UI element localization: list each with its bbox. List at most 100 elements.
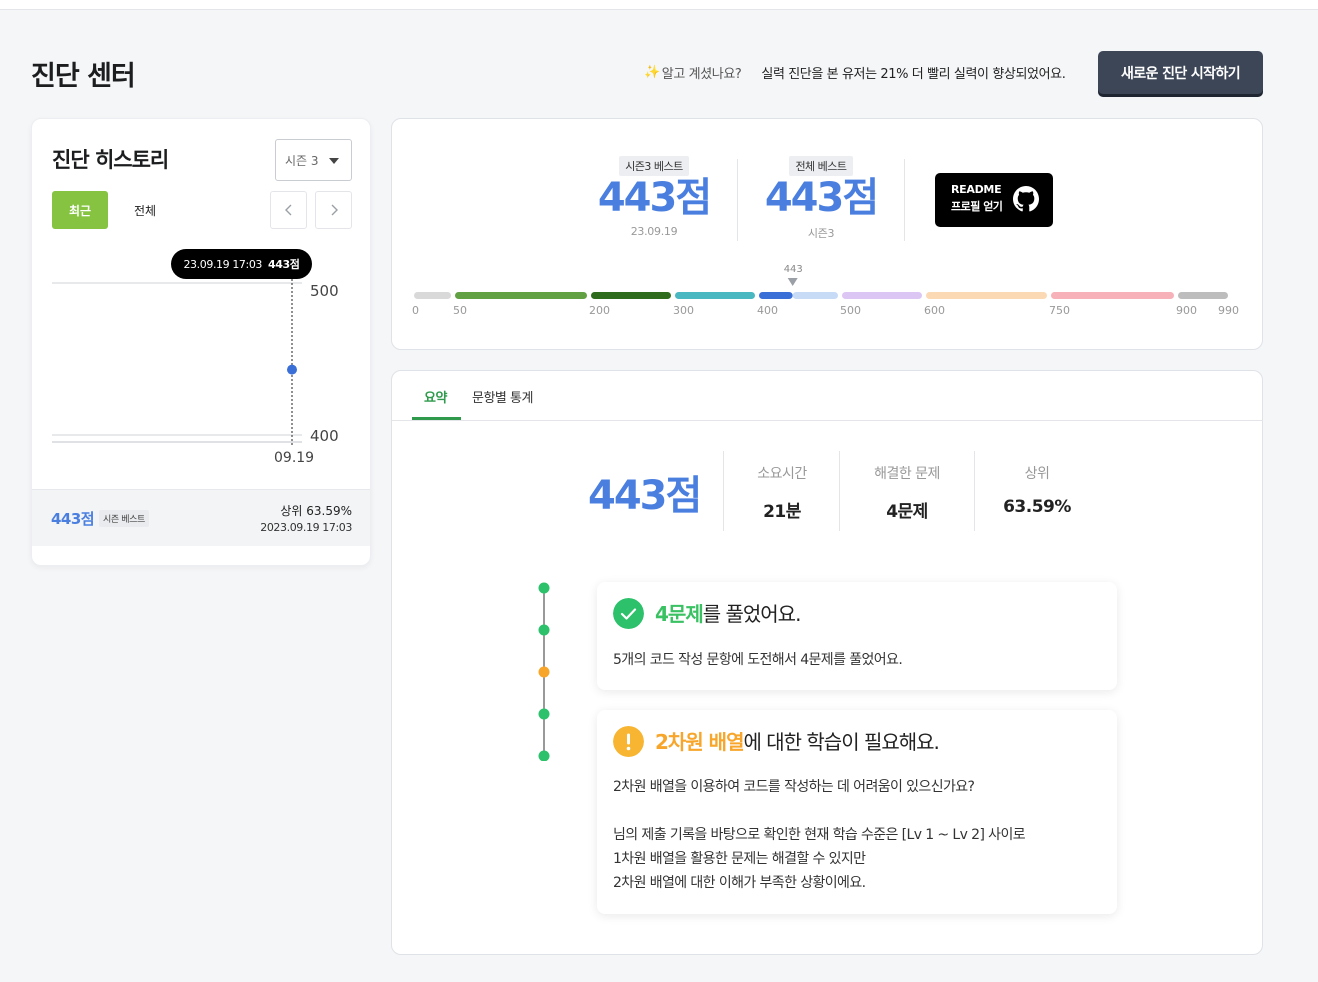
level-tick-label: 0 xyxy=(412,304,419,317)
season-select[interactable]: 시즌 3 xyxy=(275,139,352,181)
stat-time-label: 소요시간 xyxy=(757,466,807,482)
prev-page-button[interactable] xyxy=(270,191,307,229)
season-best-block: 시즌3 베스트 443점 23.09.19 xyxy=(589,155,719,238)
season-best-tag: 시즌3 베스트 xyxy=(619,156,689,176)
check-circle-icon xyxy=(613,598,644,629)
tip-text: 실력 진단을 본 유저는 21% 더 빨리 실력이 향상되었어요. xyxy=(761,67,1066,82)
level-tick-label: 400 xyxy=(757,304,778,317)
level-segment xyxy=(455,292,587,299)
divider xyxy=(839,451,840,531)
readme-profile-button[interactable]: README 프로필 얻기 xyxy=(935,173,1053,227)
timeline-dot xyxy=(538,582,550,594)
warning-icon xyxy=(613,726,644,757)
level-segment xyxy=(1051,292,1174,299)
level-tick-label: 300 xyxy=(673,304,694,317)
level-segment xyxy=(842,292,922,299)
stat-time: 소요시간 21분 xyxy=(742,463,822,522)
feedback-study-card: 2차원 배열에 대한 학습이 필요해요. 2차원 배열을 이용하여 코드를 작성… xyxy=(597,710,1117,914)
summary-score: 443점 xyxy=(588,473,702,519)
active-tab-indicator xyxy=(412,417,461,420)
feedback-study-line-3: 1차원 배열을 활용한 문제는 해결할 수 있지만 xyxy=(613,851,866,867)
feedback-study-line-4: 2차원 배열에 대한 이해가 부족한 상황이에요. xyxy=(613,875,866,891)
history-entry-date: 2023.09.19 17:03 xyxy=(260,521,352,534)
feedback-solved-card: 4문제를 풀었어요. 5개의 코드 작성 문항에 도전해서 4문제를 풀었어요. xyxy=(597,582,1117,690)
current-score-marker xyxy=(787,278,798,286)
history-entry-rank: 상위 63.59% xyxy=(280,504,352,518)
level-segment-remaining xyxy=(792,292,838,299)
x-tick-label: 09.19 xyxy=(274,450,314,466)
timeline-dot xyxy=(538,708,550,720)
feedback-solved-highlight: 4문제 xyxy=(655,602,704,626)
feedback-study-title: 2차원 배열에 대한 학습이 필요해요. xyxy=(655,726,940,755)
season-best-badge: 시즌 베스트 xyxy=(99,510,149,527)
y-tick-500: 500 xyxy=(310,282,339,300)
feedback-study-highlight: 2차원 배열 xyxy=(655,730,744,754)
overall-best-tag: 전체 베스트 xyxy=(789,156,853,176)
feedback-study-line-2: 님의 제출 기록을 바탕으로 확인한 현재 학습 수준은 [Lv 1 ~ Lv … xyxy=(613,827,1026,843)
history-chart: 500 400 09.19 xyxy=(52,271,339,466)
tooltip-score: 443점 xyxy=(268,258,300,271)
chevron-right-icon xyxy=(331,204,338,216)
result-timeline xyxy=(538,582,550,761)
stat-solved-value: 4문제 xyxy=(886,502,928,522)
score-level-bar: 0 50 200 300 400 500 600 750 900 990 443 xyxy=(412,264,1239,317)
timeline-dot xyxy=(538,750,550,761)
level-segment xyxy=(759,292,793,299)
chart-tooltip: 23.09.19 17:03 443점 xyxy=(171,249,312,279)
divider xyxy=(974,451,975,531)
feedback-solved-title-rest: 를 풀었어요. xyxy=(702,602,802,626)
caret-down-icon xyxy=(329,158,339,164)
divider xyxy=(737,159,738,241)
season-best-score: 443점 xyxy=(597,175,712,221)
overall-best-score: 443점 xyxy=(764,175,879,221)
readme-label: README xyxy=(951,183,1002,196)
level-tick-label: 500 xyxy=(840,304,861,317)
tab-recent[interactable]: 최근 xyxy=(52,191,108,229)
feedback-solved-body: 5개의 코드 작성 문항에 도전해서 4문제를 풀었어요. xyxy=(613,652,903,668)
summary-tabs: 요약 문항별 통계 xyxy=(392,371,1262,421)
history-title: 진단 히스토리 xyxy=(52,148,169,172)
divider xyxy=(904,159,905,241)
chevron-left-icon xyxy=(284,204,291,216)
history-entry[interactable]: 443점 시즌 베스트 상위 63.59% 2023.09.19 17:03 xyxy=(32,489,370,546)
divider xyxy=(723,451,724,531)
level-segment xyxy=(1178,292,1228,299)
level-tick-label: 200 xyxy=(589,304,610,317)
level-segment xyxy=(675,292,755,299)
stat-solved: 해결한 문제 4문제 xyxy=(857,463,957,522)
overall-best-block: 전체 베스트 443점 시즌3 xyxy=(756,155,886,241)
readme-sublabel: 프로필 얻기 xyxy=(951,200,1003,213)
stat-rank-label: 상위 xyxy=(1024,466,1050,482)
feedback-study-line-1: 2차원 배열을 이용하여 코드를 작성하는 데 어려움이 있으신가요? xyxy=(613,779,975,795)
github-icon xyxy=(1013,186,1039,212)
level-segment xyxy=(414,292,451,299)
level-tick-label: 600 xyxy=(924,304,945,317)
overall-best-season: 시즌3 xyxy=(807,227,835,240)
level-segment xyxy=(926,292,1047,299)
stat-rank: 상위 63.59% xyxy=(992,463,1082,517)
top-bar xyxy=(0,0,1318,10)
season-select-value: 시즌 3 xyxy=(285,153,319,168)
level-tick-label: 50 xyxy=(453,304,467,317)
level-tick-label: 750 xyxy=(1049,304,1070,317)
sparkle-icon: ✨ xyxy=(644,65,660,80)
level-tick-label: 990 xyxy=(1218,304,1239,317)
tooltip-date: 23.09.19 17:03 xyxy=(183,257,263,271)
level-tick-label: 900 xyxy=(1176,304,1197,317)
stat-solved-label: 해결한 문제 xyxy=(874,466,940,482)
next-page-button[interactable] xyxy=(315,191,352,229)
tip-question: 알고 계셨나요? xyxy=(661,67,742,82)
level-segment xyxy=(591,292,671,299)
timeline-dot xyxy=(538,624,550,636)
history-card: 진단 히스토리 시즌 3 최근 전체 500 400 09.19 23.09.1… xyxy=(31,118,371,566)
history-entry-score: 443점 xyxy=(51,510,95,528)
tab-question-stats[interactable]: 문항별 통계 xyxy=(472,387,533,406)
feedback-study-title-rest: 에 대한 학습이 필요해요. xyxy=(743,730,939,754)
summary-card: 요약 문항별 통계 443점 소요시간 21분 해결한 문제 4문제 상위 63… xyxy=(391,370,1263,955)
tab-all[interactable]: 전체 xyxy=(120,191,170,229)
stat-rank-value: 63.59% xyxy=(1003,497,1071,517)
page-title: 진단 센터 xyxy=(31,61,136,92)
season-best-date: 23.09.19 xyxy=(630,225,678,238)
start-diagnosis-button[interactable]: 새로운 진단 시작하기 xyxy=(1098,51,1263,94)
tab-summary[interactable]: 요약 xyxy=(424,387,447,406)
